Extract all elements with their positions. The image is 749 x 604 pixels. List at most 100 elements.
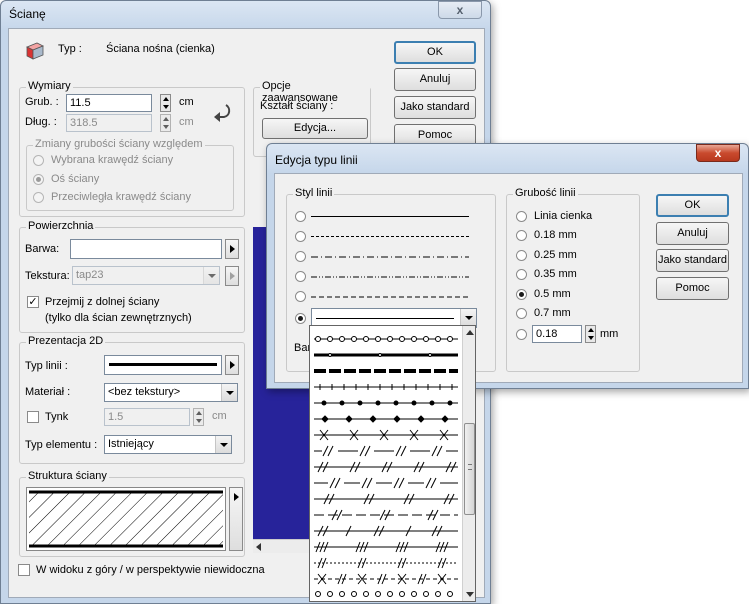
wall-shape-label: Kształt ściany :	[260, 100, 334, 112]
inherit-label[interactable]: Przejmij z dolnej ściany	[45, 296, 159, 308]
length-label: Dług. :	[25, 116, 57, 128]
line-type-field[interactable]	[104, 355, 222, 375]
element-type-value: Istniejący	[108, 438, 154, 450]
thickness-option-thin[interactable]: Linia cienka	[534, 210, 592, 222]
line-style-group-label: Styl linii	[293, 187, 335, 199]
thickness-radio-custom[interactable]	[516, 329, 527, 340]
line-style-option	[314, 445, 458, 457]
chevron-left-icon[interactable]	[256, 543, 261, 551]
line-style-radio[interactable]	[295, 211, 306, 222]
wall-structure-preview[interactable]	[26, 487, 226, 551]
line-style-radio[interactable]	[295, 271, 306, 282]
line-thickness-group-label: Grubość linii	[513, 187, 578, 199]
ok-button[interactable]: OK	[394, 41, 476, 64]
grip-icon	[468, 464, 472, 470]
type-label: Typ :	[58, 43, 82, 55]
texture-arrow-button	[225, 266, 239, 286]
material-select[interactable]: <bez tekstury>	[104, 383, 238, 402]
thickness-spinner[interactable]	[160, 94, 171, 112]
wall-dialog-title: Ścianę	[9, 7, 46, 21]
line-style-radio[interactable]	[295, 231, 306, 242]
line-style-dropdown-list[interactable]	[309, 325, 476, 602]
line-ok-button[interactable]: OK	[656, 194, 729, 217]
line-style-long-dash[interactable]	[311, 231, 469, 243]
surface-group: Powierzchnia Barwa: Tekstura: tap23 ✓ Pr…	[19, 220, 245, 333]
plaster-checkbox[interactable]	[27, 411, 39, 423]
dropdown-scroll-thumb[interactable]	[464, 423, 475, 515]
thickness-radio-thin[interactable]	[516, 211, 527, 222]
line-type-preview	[109, 363, 217, 366]
invisible-label[interactable]: W widoku z góry / w perspektywie niewido…	[36, 564, 265, 576]
line-style-option	[314, 336, 458, 342]
thickness-input[interactable]: 11.5	[66, 94, 152, 112]
line-style-radio[interactable]	[295, 291, 306, 302]
thickness-option-018[interactable]: 0.18 mm	[534, 229, 577, 241]
chevron-down-icon[interactable]	[221, 384, 237, 401]
color-arrow-button[interactable]	[225, 239, 239, 259]
line-style-select-preview	[316, 318, 454, 319]
presentation-group-label: Prezentacja 2D	[26, 335, 106, 347]
thickness-option-05[interactable]: 0.5 mm	[534, 288, 571, 300]
plaster-label: Tynk	[45, 411, 69, 423]
structure-group-label: Struktura ściany	[26, 470, 109, 482]
undo-arrow-icon[interactable]	[210, 100, 234, 124]
chevron-down-icon[interactable]	[215, 436, 231, 453]
thickness-radio-025[interactable]	[516, 250, 527, 261]
texture-select: tap23	[72, 266, 220, 285]
color-field[interactable]	[70, 239, 222, 259]
thickness-unit: cm	[179, 96, 194, 108]
radio-selected-edge	[33, 155, 44, 166]
thickness-radio-018[interactable]	[516, 230, 527, 241]
line-style-solid[interactable]	[311, 211, 469, 223]
option-wall-axis: Oś ściany	[51, 173, 100, 185]
chevron-down-icon	[203, 267, 219, 284]
edit-shape-button[interactable]: Edycja...	[262, 118, 368, 139]
scroll-up-icon[interactable]	[466, 330, 474, 335]
line-style-short-dash[interactable]	[311, 291, 469, 303]
custom-thickness-input[interactable]: 0.18	[532, 325, 582, 343]
chevron-down-icon[interactable]	[460, 309, 476, 326]
line-type-dialog-title: Edycja typu linii	[275, 153, 358, 167]
line-type-label: Typ linii :	[25, 360, 68, 372]
thickness-option-035[interactable]: 0.35 mm	[534, 268, 577, 280]
thickness-label: Grub. :	[25, 96, 59, 108]
invisible-checkbox[interactable]	[18, 564, 30, 576]
cancel-button[interactable]: Anuluj	[394, 68, 476, 91]
thickness-option-025[interactable]: 0.25 mm	[534, 249, 577, 261]
line-thickness-group: Grubość linii Linia cienka 0.18 mm 0.25 …	[506, 187, 640, 372]
thickness-option-07[interactable]: 0.7 mm	[534, 307, 571, 319]
scroll-down-icon[interactable]	[466, 592, 474, 597]
plaster-unit: cm	[212, 410, 227, 422]
line-style-option	[314, 429, 458, 441]
structure-group: Struktura ściany	[19, 470, 245, 557]
line-style-dash-dot-dot[interactable]	[311, 271, 469, 283]
line-as-default-button[interactable]: Jako standard	[656, 249, 729, 272]
custom-thickness-spinner[interactable]	[585, 325, 596, 343]
close-icon[interactable]: x	[438, 1, 482, 19]
line-style-radio-selected[interactable]	[295, 313, 306, 324]
line-style-option	[314, 477, 458, 489]
line-style-option	[314, 541, 458, 553]
element-type-select[interactable]: Istniejący	[104, 435, 232, 454]
thickness-radio-035[interactable]	[516, 269, 527, 280]
dropdown-scrollbar[interactable]	[462, 326, 475, 601]
type-value: Ściana nośna (cienka)	[106, 43, 215, 55]
line-style-option	[315, 591, 453, 597]
line-style-radio[interactable]	[295, 251, 306, 262]
close-icon[interactable]: x	[696, 144, 740, 162]
thickness-radio-07[interactable]	[516, 308, 527, 319]
radio-opposite-edge	[33, 192, 44, 203]
texture-value: tap23	[76, 269, 104, 281]
line-style-option	[314, 384, 458, 390]
line-cancel-button[interactable]: Anuluj	[656, 222, 729, 245]
line-type-arrow-button[interactable]	[225, 355, 239, 375]
as-default-button[interactable]: Jako standard	[394, 96, 476, 119]
structure-arrow-button[interactable]	[229, 487, 243, 551]
line-style-options[interactable]	[310, 326, 461, 601]
inherit-checkbox[interactable]: ✓	[27, 296, 39, 308]
line-help-button[interactable]: Pomoc	[656, 277, 729, 300]
line-style-dash-dot[interactable]	[311, 251, 469, 263]
line-style-option	[314, 557, 458, 569]
line-style-option	[314, 353, 458, 357]
thickness-radio-05[interactable]	[516, 289, 527, 300]
